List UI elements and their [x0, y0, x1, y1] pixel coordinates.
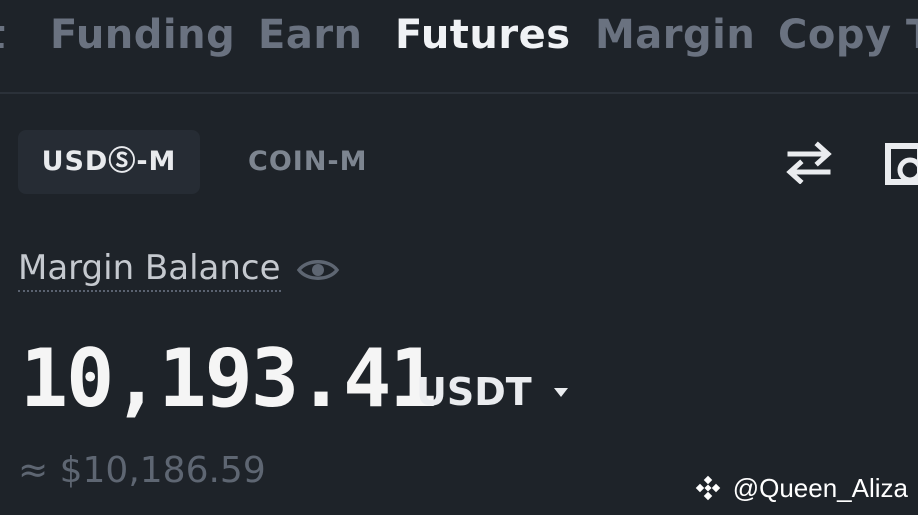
binance-logo-icon	[696, 475, 721, 501]
tab-earn[interactable]: Earn	[258, 12, 363, 58]
approx-usd-value: ≈ $10,186.59	[18, 450, 266, 491]
eye-icon[interactable]	[296, 254, 340, 286]
watermark: @Queen_Aliza	[695, 471, 908, 505]
partially-visible-icon[interactable]	[884, 140, 918, 186]
margin-balance-value: 10,193.41	[20, 332, 437, 425]
tab-copy-trading[interactable]: Copy T	[778, 12, 918, 58]
tab-margin[interactable]: Margin	[595, 12, 755, 58]
tab-futures[interactable]: Futures	[395, 12, 571, 58]
balance-currency[interactable]: USDT	[416, 370, 532, 414]
usds-m-button[interactable]: USDⓈ-M	[18, 130, 200, 194]
swap-arrows-icon[interactable]	[784, 140, 834, 184]
currency-selector[interactable]: USDT	[416, 370, 569, 420]
coin-m-button[interactable]: COIN-M	[248, 130, 367, 194]
watermark-handle: @Queen_Aliza	[732, 472, 908, 503]
balance-label-row: Margin Balance	[18, 248, 340, 296]
caret-down-icon[interactable]	[553, 386, 569, 398]
margin-balance-label[interactable]: Margin Balance	[18, 248, 281, 292]
tab-funding[interactable]: Funding	[50, 12, 235, 58]
top-nav: t Funding Earn Futures Margin Copy T	[0, 0, 918, 94]
tab-partial-left[interactable]: t	[0, 12, 6, 58]
